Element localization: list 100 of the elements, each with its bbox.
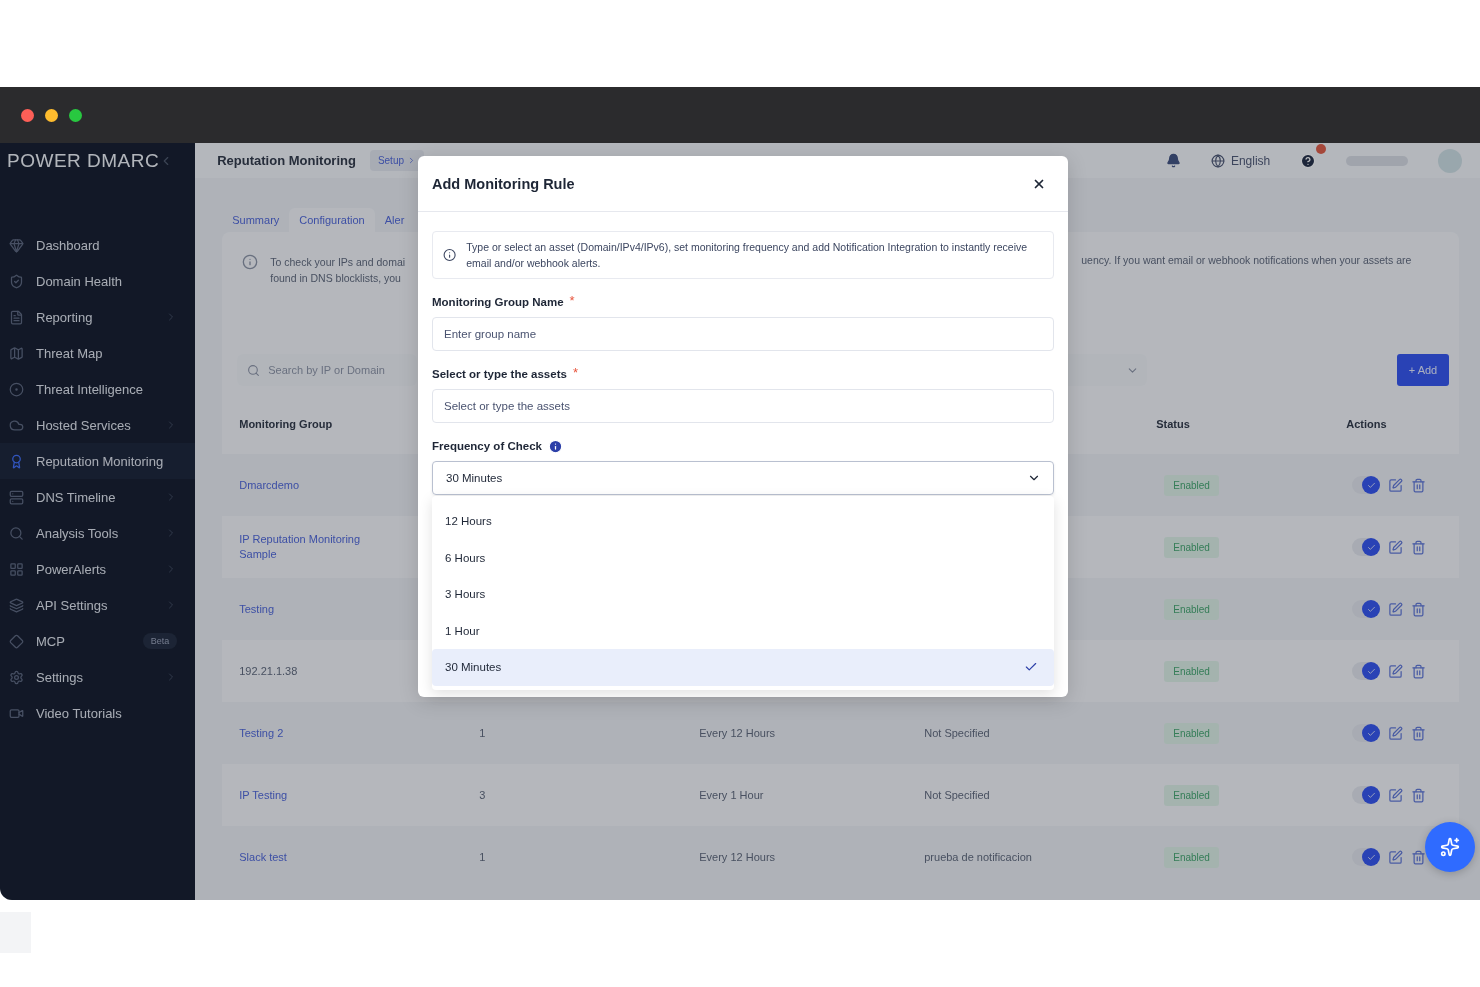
toggle-switch[interactable] [1352, 662, 1381, 680]
nav-icon [9, 669, 24, 685]
nav-icon [9, 309, 24, 325]
toggle-switch[interactable] [1352, 786, 1381, 804]
logo: POWER DMARC [7, 150, 160, 172]
page-title: Reputation Monitoring [217, 153, 356, 168]
sidebar-item[interactable]: Hosted Services [0, 407, 196, 443]
nav-icon [9, 525, 24, 541]
group-link[interactable]: IP Reputation Monitoring Sample [239, 532, 380, 562]
toggle-switch[interactable] [1352, 848, 1381, 866]
edit-icon[interactable] [1388, 725, 1404, 741]
nav-icon [9, 345, 24, 361]
sidebar-item[interactable]: Dashboard [0, 227, 196, 263]
toggle-switch[interactable] [1352, 476, 1381, 494]
table-cell: Every 12 Hours [699, 727, 776, 739]
info-icon[interactable] [547, 438, 563, 454]
edit-icon[interactable] [1388, 663, 1404, 679]
trash-icon[interactable] [1411, 477, 1427, 493]
table-cell: Not Specified [924, 727, 990, 739]
info-icon [242, 254, 259, 270]
beta-badge: Beta [142, 633, 178, 649]
bell-icon[interactable] [1165, 153, 1181, 168]
edit-icon[interactable] [1388, 787, 1404, 803]
toggle-switch[interactable] [1352, 724, 1381, 742]
check-icon [1366, 480, 1376, 490]
edit-icon[interactable] [1388, 539, 1404, 555]
status-badge: Enabled [1164, 598, 1219, 620]
group-link[interactable]: IP Testing [239, 787, 380, 803]
nav-icon [9, 381, 24, 397]
info-text: Type or select an asset (Domain/IPv4/IPv6), set monitoring frequency and add Notification Integration to instantly receive email and/or webhook alerts. [466, 240, 1029, 271]
globe-icon [1210, 153, 1225, 168]
chevron-right-icon [407, 156, 416, 165]
tab[interactable]: Aler [374, 208, 415, 232]
info-icon [443, 247, 457, 263]
group-link[interactable]: Testing 2 [239, 725, 380, 741]
status-badge: Enabled [1164, 846, 1219, 868]
dropdown-option[interactable]: 6 Hours [432, 539, 1054, 576]
nav-icon [9, 237, 24, 253]
trash-icon[interactable] [1411, 539, 1427, 555]
minimize-window-icon[interactable] [45, 108, 58, 122]
group-link[interactable]: Dmarcdemo [239, 477, 380, 493]
dropdown-option[interactable]: 3 Hours [432, 576, 1054, 613]
close-window-icon[interactable] [21, 108, 34, 122]
status-badge: Enabled [1164, 784, 1219, 806]
status-badge: Enabled [1164, 536, 1219, 558]
edit-icon[interactable] [1388, 601, 1404, 617]
frequency-select[interactable]: 30 Minutes [432, 461, 1054, 495]
nav-icon [9, 489, 24, 505]
toggle-switch[interactable] [1352, 538, 1381, 556]
table-cell-text: 192.21.1.38 [239, 663, 299, 679]
nav-icon [9, 453, 24, 469]
sidebar-item[interactable]: Video Tutorials [0, 695, 196, 731]
add-button[interactable]: + Add [1396, 354, 1450, 386]
sidebar-item[interactable]: Reporting [0, 299, 196, 335]
edit-icon[interactable] [1388, 849, 1404, 865]
sidebar-item[interactable]: PowerAlerts [0, 551, 196, 587]
sidebar-item[interactable]: MCP Beta [0, 623, 196, 659]
toggle-switch[interactable] [1352, 600, 1381, 618]
sidebar-item[interactable]: Settings [0, 659, 196, 695]
trash-icon[interactable] [1411, 663, 1427, 679]
sparkles-icon [1440, 837, 1460, 857]
trash-icon[interactable] [1411, 787, 1427, 803]
sidebar-item[interactable]: DNS Timeline [0, 479, 196, 515]
tab[interactable]: Configuration [289, 208, 375, 232]
info-text: To check your IPs and domai found in DNS blocklists, you [270, 255, 406, 286]
check-icon [1366, 604, 1376, 614]
trash-icon[interactable] [1411, 601, 1427, 617]
group-link[interactable]: Testing [239, 601, 380, 617]
sidebar-item[interactable]: Reputation Monitoring [0, 443, 196, 479]
sidebar-item[interactable]: API Settings [0, 587, 196, 623]
edit-icon[interactable] [1388, 477, 1404, 493]
column-header: Status [1156, 418, 1191, 430]
column-header: Monitoring Group [239, 418, 334, 430]
input-field[interactable]: Enter group name [432, 317, 1054, 351]
check-icon [1366, 666, 1376, 676]
group-link[interactable]: Slack test [239, 849, 380, 865]
help-icon[interactable] [1300, 152, 1317, 169]
check-icon [1366, 728, 1376, 738]
sidebar-item[interactable]: Threat Intelligence [0, 371, 196, 407]
trash-icon[interactable] [1411, 725, 1427, 741]
sidebar-item[interactable]: Threat Map [0, 335, 196, 371]
nav-icon [9, 273, 24, 289]
field-label: Select or type the assets [432, 368, 567, 380]
language-selector[interactable]: English [1210, 153, 1271, 168]
info-text: uency. If you want email or webhook notifications when your assets are [1081, 254, 1413, 268]
column-header: Actions [1346, 418, 1388, 430]
dropdown-option[interactable]: 30 Minutes [432, 649, 1054, 686]
sidebar-item[interactable]: Analysis Tools [0, 515, 196, 551]
dropdown-option[interactable]: 1 Hour [432, 612, 1054, 649]
sidebar-item[interactable]: Domain Health [0, 263, 196, 299]
trash-icon[interactable] [1411, 849, 1427, 865]
input-field[interactable]: Select or type the assets [432, 389, 1054, 423]
search-icon [247, 363, 261, 377]
tab[interactable]: Summary [222, 208, 290, 232]
required-mark: * [569, 293, 575, 308]
dropdown-option[interactable]: 12 Hours [432, 503, 1054, 540]
check-icon [1366, 542, 1376, 552]
zoom-window-icon[interactable] [69, 108, 82, 122]
check-icon [1366, 790, 1376, 800]
status-badge: Enabled [1164, 474, 1219, 496]
